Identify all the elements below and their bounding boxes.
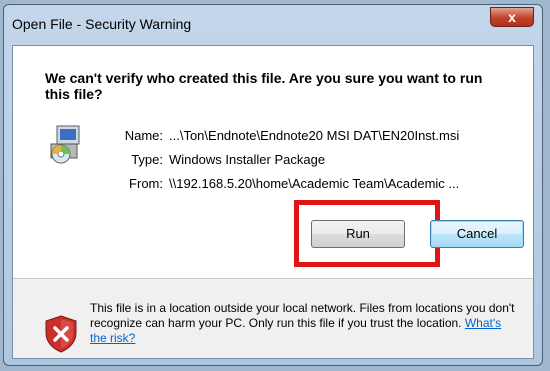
- close-button[interactable]: x: [490, 7, 534, 27]
- file-source-label: From:: [129, 176, 163, 191]
- file-name-label: Name:: [124, 128, 163, 143]
- footer-message: This file is in a location outside your …: [90, 301, 520, 346]
- file-type-row: Type: Windows Installer Package: [13, 152, 533, 170]
- window-title: Open File - Security Warning: [12, 16, 192, 32]
- security-warning-dialog: Open File - Security Warning x We can't …: [3, 4, 543, 366]
- dialog-content: We can't verify who created this file. A…: [12, 45, 534, 359]
- file-name-row: Name: ...\Ton\Endnote\Endnote20 MSI DAT\…: [13, 128, 533, 146]
- footer-message-text: This file is in a location outside your …: [90, 301, 515, 330]
- file-type-label: Type:: [131, 152, 163, 167]
- title-bar[interactable]: Open File - Security Warning x: [4, 5, 542, 45]
- warning-footer: This file is in a location outside your …: [13, 279, 533, 358]
- file-type-value: Windows Installer Package: [169, 152, 326, 167]
- file-name-value: ...\Ton\Endnote\Endnote20 MSI DAT\EN20In…: [169, 128, 460, 143]
- cancel-button[interactable]: Cancel: [430, 220, 524, 248]
- shield-warning-icon: [45, 315, 77, 353]
- file-source-row: From: \\192.168.5.20\home\Academic Team\…: [13, 176, 533, 194]
- file-source-value: \\192.168.5.20\home\Academic Team\Academ…: [169, 176, 460, 191]
- run-button[interactable]: Run: [311, 220, 405, 248]
- warning-heading: We can't verify who created this file. A…: [45, 70, 483, 102]
